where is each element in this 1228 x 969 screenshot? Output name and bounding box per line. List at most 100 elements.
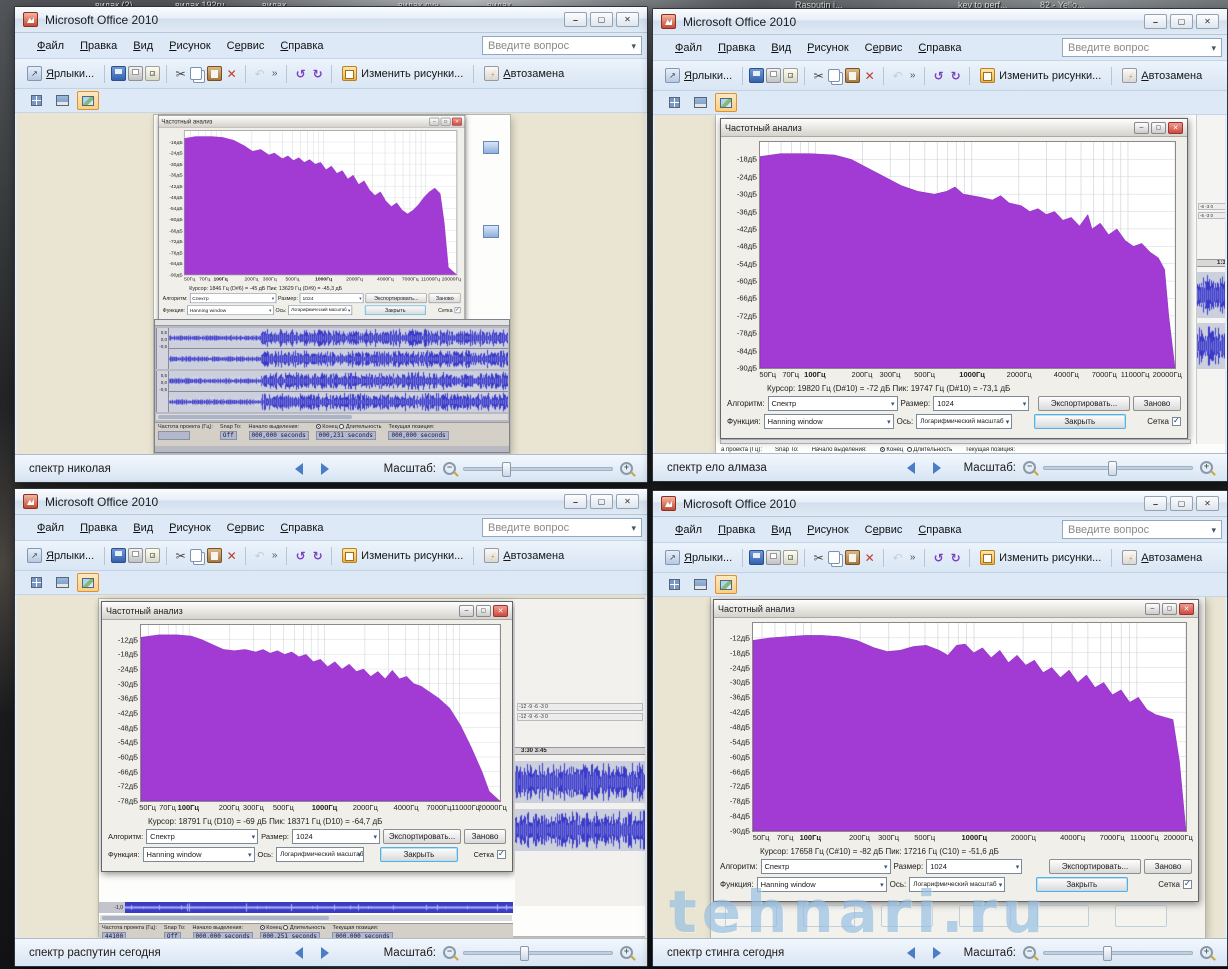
- zoom-out-icon[interactable]: [443, 462, 456, 475]
- previous-picture-button[interactable]: [907, 946, 916, 959]
- previous-picture-button[interactable]: [907, 461, 916, 474]
- copy-icon[interactable]: [190, 67, 203, 80]
- undo-icon[interactable]: [252, 66, 267, 81]
- undo-icon[interactable]: [252, 548, 267, 563]
- zoom-slider-thumb[interactable]: [502, 461, 512, 477]
- send-picture-icon[interactable]: [783, 68, 799, 83]
- copy-icon[interactable]: [190, 549, 203, 562]
- single-picture-view-button[interactable]: [715, 93, 737, 112]
- single-picture-view-button[interactable]: [77, 573, 99, 592]
- single-picture-view-button[interactable]: [715, 575, 737, 594]
- menu-tools[interactable]: Сервис: [857, 521, 911, 539]
- filmstrip-view-button[interactable]: [51, 91, 73, 110]
- send-picture-icon[interactable]: [145, 548, 161, 563]
- menu-picture[interactable]: Рисунок: [161, 519, 219, 537]
- question-input[interactable]: Введите вопрос: [482, 36, 642, 55]
- zoom-in-icon[interactable]: [620, 946, 633, 959]
- toolbar-overflow-icon[interactable]: [269, 548, 280, 563]
- toolbar-overflow-icon[interactable]: [907, 550, 918, 565]
- menu-tools[interactable]: Сервис: [857, 39, 911, 57]
- menu-edit[interactable]: Правка: [72, 519, 125, 537]
- menu-edit[interactable]: Правка: [710, 521, 763, 539]
- menu-help[interactable]: Справка: [910, 39, 969, 57]
- zoom-in-icon[interactable]: [620, 462, 633, 475]
- autocorrect-button[interactable]: Автозамена: [1118, 547, 1206, 568]
- delete-icon[interactable]: [862, 550, 877, 565]
- close-button[interactable]: [616, 494, 639, 509]
- autocorrect-button[interactable]: Автозамена: [1118, 65, 1206, 86]
- minimize-button[interactable]: [1144, 496, 1167, 511]
- next-picture-button[interactable]: [320, 462, 329, 475]
- zoom-slider-thumb[interactable]: [520, 945, 530, 961]
- minimize-button[interactable]: [564, 12, 587, 27]
- shortcuts-button[interactable]: Ярлыки...: [661, 547, 736, 568]
- send-picture-icon[interactable]: [783, 550, 799, 565]
- chevron-down-icon[interactable]: [1211, 42, 1216, 54]
- paste-icon[interactable]: [845, 550, 861, 565]
- minimize-button[interactable]: [1144, 14, 1167, 29]
- chevron-down-icon[interactable]: [631, 522, 636, 534]
- menu-view[interactable]: Вид: [763, 521, 799, 539]
- save-icon[interactable]: [749, 550, 765, 565]
- rotate-right-icon[interactable]: [310, 66, 325, 81]
- next-picture-button[interactable]: [933, 946, 942, 959]
- zoom-out-icon[interactable]: [443, 946, 456, 959]
- edit-pictures-button[interactable]: Изменить рисунки...: [338, 545, 467, 566]
- save-icon[interactable]: [749, 68, 765, 83]
- filmstrip-view-button[interactable]: [689, 93, 711, 112]
- toolbar-overflow-icon[interactable]: [907, 68, 918, 83]
- minimize-button[interactable]: [564, 494, 587, 509]
- maximize-button[interactable]: [1170, 14, 1193, 29]
- menu-file[interactable]: Файл: [29, 519, 72, 537]
- thumbnail-view-button[interactable]: [25, 91, 47, 110]
- close-button[interactable]: [616, 12, 639, 27]
- maximize-button[interactable]: [590, 494, 613, 509]
- zoom-slider-thumb[interactable]: [1107, 460, 1117, 476]
- menu-view[interactable]: Вид: [125, 37, 161, 55]
- rotate-right-icon[interactable]: [310, 548, 325, 563]
- edit-pictures-button[interactable]: Изменить рисунки...: [976, 65, 1105, 86]
- rotate-left-icon[interactable]: [931, 550, 946, 565]
- copy-icon[interactable]: [828, 69, 841, 82]
- close-button[interactable]: [1196, 14, 1219, 29]
- cut-icon[interactable]: [811, 68, 826, 83]
- shortcuts-button[interactable]: Ярлыки...: [661, 65, 736, 86]
- edit-pictures-button[interactable]: Изменить рисунки...: [976, 547, 1105, 568]
- chevron-down-icon[interactable]: [631, 40, 636, 52]
- cut-icon[interactable]: [173, 548, 188, 563]
- thumbnail-view-button[interactable]: [663, 93, 685, 112]
- paste-icon[interactable]: [845, 68, 861, 83]
- zoom-in-icon[interactable]: [1200, 946, 1213, 959]
- menu-file[interactable]: Файл: [667, 39, 710, 57]
- rotate-right-icon[interactable]: [948, 68, 963, 83]
- thumbnail-view-button[interactable]: [25, 573, 47, 592]
- zoom-out-icon[interactable]: [1023, 461, 1036, 474]
- maximize-button[interactable]: [590, 12, 613, 27]
- filmstrip-view-button[interactable]: [51, 573, 73, 592]
- rotate-left-icon[interactable]: [293, 66, 308, 81]
- shortcuts-button[interactable]: Ярлыки...: [23, 545, 98, 566]
- question-input[interactable]: Введите вопрос: [1062, 520, 1222, 539]
- question-input[interactable]: Введите вопрос: [482, 518, 642, 537]
- copy-icon[interactable]: [828, 551, 841, 564]
- delete-icon[interactable]: [862, 68, 877, 83]
- zoom-slider[interactable]: [463, 945, 613, 961]
- menu-picture[interactable]: Рисунок: [161, 37, 219, 55]
- next-picture-button[interactable]: [320, 946, 329, 959]
- print-icon[interactable]: [766, 550, 782, 565]
- thumbnail-view-button[interactable]: [663, 575, 685, 594]
- zoom-slider[interactable]: [463, 461, 613, 477]
- menu-picture[interactable]: Рисунок: [799, 39, 857, 57]
- zoom-slider[interactable]: [1043, 460, 1193, 476]
- menu-edit[interactable]: Правка: [710, 39, 763, 57]
- save-icon[interactable]: [111, 66, 127, 81]
- print-icon[interactable]: [128, 66, 144, 81]
- autocorrect-button[interactable]: Автозамена: [480, 545, 568, 566]
- zoom-in-icon[interactable]: [1200, 461, 1213, 474]
- menu-file[interactable]: Файл: [667, 521, 710, 539]
- toolbar-overflow-icon[interactable]: [269, 66, 280, 81]
- menu-help[interactable]: Справка: [272, 37, 331, 55]
- cut-icon[interactable]: [173, 66, 188, 81]
- rotate-left-icon[interactable]: [931, 68, 946, 83]
- print-icon[interactable]: [128, 548, 144, 563]
